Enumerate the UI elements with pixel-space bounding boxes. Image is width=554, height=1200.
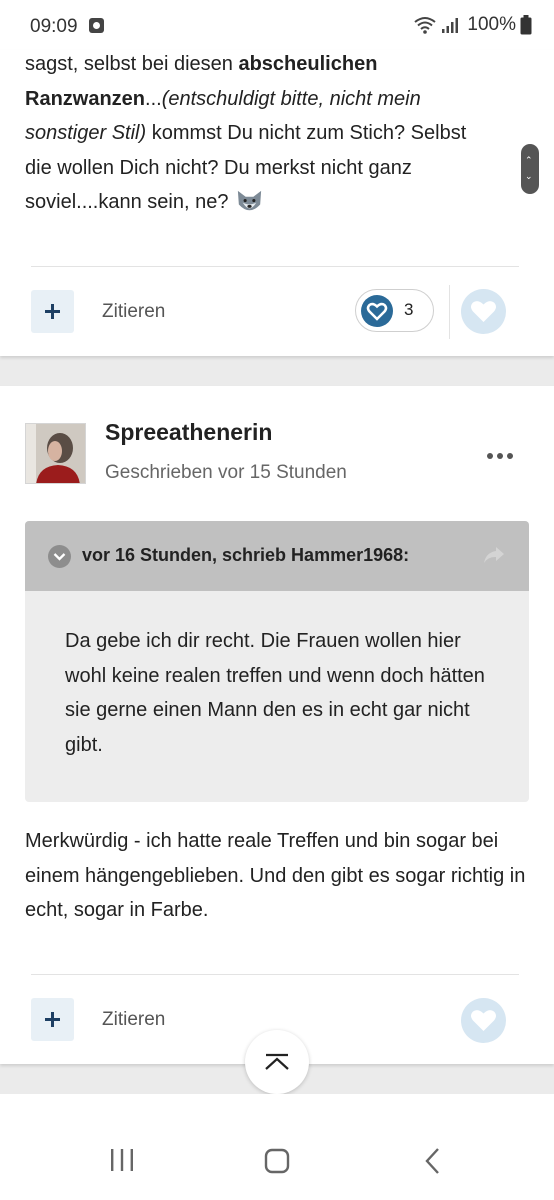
status-right: 100% [413, 14, 532, 36]
scroll-handle[interactable]: ⌃ ⌄ [521, 144, 539, 194]
post-text: soviel....kann sein, ne? [25, 191, 235, 213]
multi-quote-button[interactable] [31, 998, 74, 1041]
heart-reaction-icon [361, 295, 393, 327]
quote-header[interactable]: vor 16 Stunden, schrieb Hammer1968: [25, 521, 529, 591]
status-bar: 09:09 100% [0, 0, 554, 50]
chevron-down-icon: ⌄ [525, 171, 533, 181]
battery-percentage: 100% [467, 14, 516, 35]
divider [31, 974, 519, 975]
share-arrow-icon[interactable] [483, 545, 505, 565]
divider [31, 266, 519, 267]
post-text: kommst Du nicht zum Stich? Selbst [146, 122, 467, 144]
post-timestamp: Geschrieben vor 15 Stunden [105, 462, 347, 483]
multi-quote-button[interactable] [31, 290, 74, 333]
back-icon[interactable] [423, 1148, 443, 1174]
separator [449, 285, 450, 339]
chevron-up-icon: ⌃ [525, 155, 533, 165]
post-text: sagst, selbst bei diesen [25, 53, 239, 75]
status-time: 09:09 [30, 16, 78, 37]
wolf-emoji-icon [237, 191, 262, 211]
post-text-bold: abscheulichen [238, 53, 378, 75]
like-button[interactable] [461, 289, 506, 334]
like-count: 3 [404, 300, 414, 319]
quote-attribution: vor 16 Stunden, schrieb Hammer1968: [82, 545, 410, 565]
post-text: ... [145, 87, 162, 110]
quote-button[interactable]: Zitieren [102, 301, 165, 323]
more-options-icon[interactable] [487, 451, 513, 461]
avatar[interactable] [25, 423, 86, 484]
scroll-to-top-button[interactable] [245, 1030, 309, 1094]
post-text-bold: Ranzwanzen [25, 87, 146, 110]
post-card: Spreeathenerin Geschrieben vor 15 Stunde… [0, 386, 554, 1064]
like-button[interactable] [461, 998, 506, 1043]
notification-icon [89, 18, 104, 33]
signal-icon [442, 18, 459, 33]
collapse-chevron-icon[interactable] [48, 545, 71, 568]
system-nav-bar [0, 1094, 554, 1200]
quote-text: Da gebe ich dir recht. Die Frauen wollen… [65, 630, 485, 756]
battery-icon [520, 15, 532, 35]
author-name[interactable]: Spreeathenerin [105, 419, 272, 446]
home-icon[interactable] [264, 1148, 290, 1174]
recent-apps-icon[interactable] [110, 1148, 134, 1172]
post-text-italic: sonstiger Stil) [25, 122, 147, 144]
post-card: sagst, selbst bei diesen abscheulichen R… [0, 50, 554, 356]
wifi-icon [414, 17, 437, 34]
reaction-summary[interactable]: 3 [355, 289, 434, 332]
post-body: sagst, selbst bei diesen abscheulichen R… [25, 47, 530, 220]
post-text-italic: (entschuldigt bitte, nicht mein [161, 87, 421, 110]
quote-block: vor 16 Stunden, schrieb Hammer1968: Da g… [25, 521, 529, 802]
quote-button[interactable]: Zitieren [102, 1009, 165, 1031]
post-text: die wollen Dich nicht? Du merkst nicht g… [25, 156, 412, 179]
post-body: Merkwürdig - ich hatte reale Treffen und… [25, 830, 526, 921]
scroll-top-icon [265, 1053, 289, 1070]
